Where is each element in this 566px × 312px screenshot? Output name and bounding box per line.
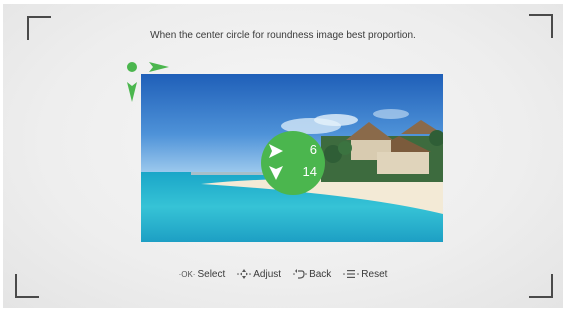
arrow-down-icon xyxy=(127,82,137,102)
adjust-label: Adjust xyxy=(253,268,282,280)
dot-icon xyxy=(127,62,137,72)
arrow-right-icon xyxy=(149,62,169,72)
menu-icon xyxy=(343,268,360,280)
vertical-value: 14 xyxy=(302,164,317,179)
back-hint[interactable]: Back xyxy=(293,268,331,280)
back-icon xyxy=(293,268,307,280)
select-hint[interactable]: · OK · Select xyxy=(179,269,226,280)
adjust-circle[interactable]: 6 14 xyxy=(261,131,325,195)
select-label: Select xyxy=(197,268,226,280)
horizontal-adjust-row: 6 xyxy=(261,141,325,161)
adjust-hint[interactable]: Adjust xyxy=(237,268,281,280)
arrow-right-icon xyxy=(269,144,283,158)
key-hints: · OK · Select Adjust Back Reset xyxy=(3,266,563,282)
reset-hint[interactable]: Reset xyxy=(343,268,387,280)
ok-key-icon: · OK · xyxy=(178,269,196,279)
instruction-text: When the center circle for roundness ima… xyxy=(150,30,416,41)
reset-label: Reset xyxy=(361,268,388,280)
dpad-icon xyxy=(237,268,252,280)
arrow-down-icon xyxy=(269,166,283,180)
horizontal-value: 6 xyxy=(309,142,317,157)
keystone-screen: When the center circle for roundness ima… xyxy=(3,4,563,308)
back-label: Back xyxy=(309,268,332,280)
vertical-adjust-row: 14 xyxy=(261,163,325,183)
